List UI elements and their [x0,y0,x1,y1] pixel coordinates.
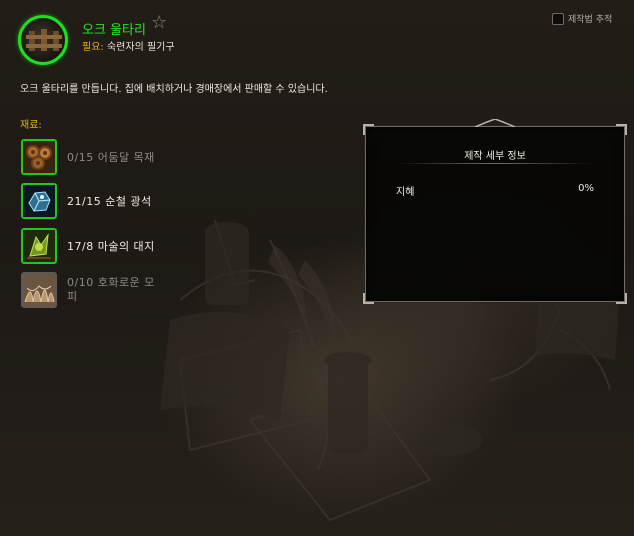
panel-corner-tr [616,124,627,135]
track-recipe-checkbox[interactable] [552,12,564,25]
reagent-ore-label: 21/15 순철 광석 [67,195,152,208]
favorite-star-icon[interactable]: ☆ [151,14,167,32]
wood-icon [21,139,57,175]
track-recipe-toggle[interactable]: 제작법 추적 [552,12,612,25]
recipe-description: 오크 울타리를 만듭니다. 집에 배치하거나 경매장에서 판매할 수 있습니다. [20,84,328,95]
panel-divider [396,163,594,164]
panel-corner-br [616,293,627,304]
reagent-fur-label: 0/10 호화로운 모피 [67,276,155,303]
required-label: 필요: [82,42,104,53]
earth-icon [21,228,57,264]
panel-corner-bl [363,293,374,304]
panel-crest-icon [474,119,516,127]
required-value: 숙련자의 필기구 [106,42,175,53]
required-tool: 필요: 숙련자의 필기구 [82,38,175,53]
materials-header: 재료: [20,120,42,131]
reagent-fur[interactable]: 0/10 호화로운 모피 [21,272,321,310]
stat-name: 지혜 [396,187,415,198]
reagent-earth[interactable]: 17/8 마술의 대지 [21,228,321,266]
panel-title: 제작 세부 정보 [464,151,526,162]
reagent-wood[interactable]: 0/15 어둠달 목재 [21,139,321,177]
panel-corner-tl [363,124,374,135]
fur-icon [21,272,57,308]
reagent-wood-label: 0/15 어둠달 목재 [67,151,155,164]
fence-icon [26,29,62,51]
recipe-title: 오크 울타리 [82,23,146,38]
stat-value: 0% [578,183,594,194]
reagent-ore[interactable]: 21/15 순철 광석 [21,183,321,221]
reagent-earth-label: 17/8 마술의 대지 [67,240,155,253]
ore-icon [21,183,57,219]
recipe-icon[interactable] [18,15,68,65]
track-recipe-label: 제작법 추적 [568,15,613,25]
crafting-details-panel: 제작 세부 정보 지혜 0% [363,119,627,304]
